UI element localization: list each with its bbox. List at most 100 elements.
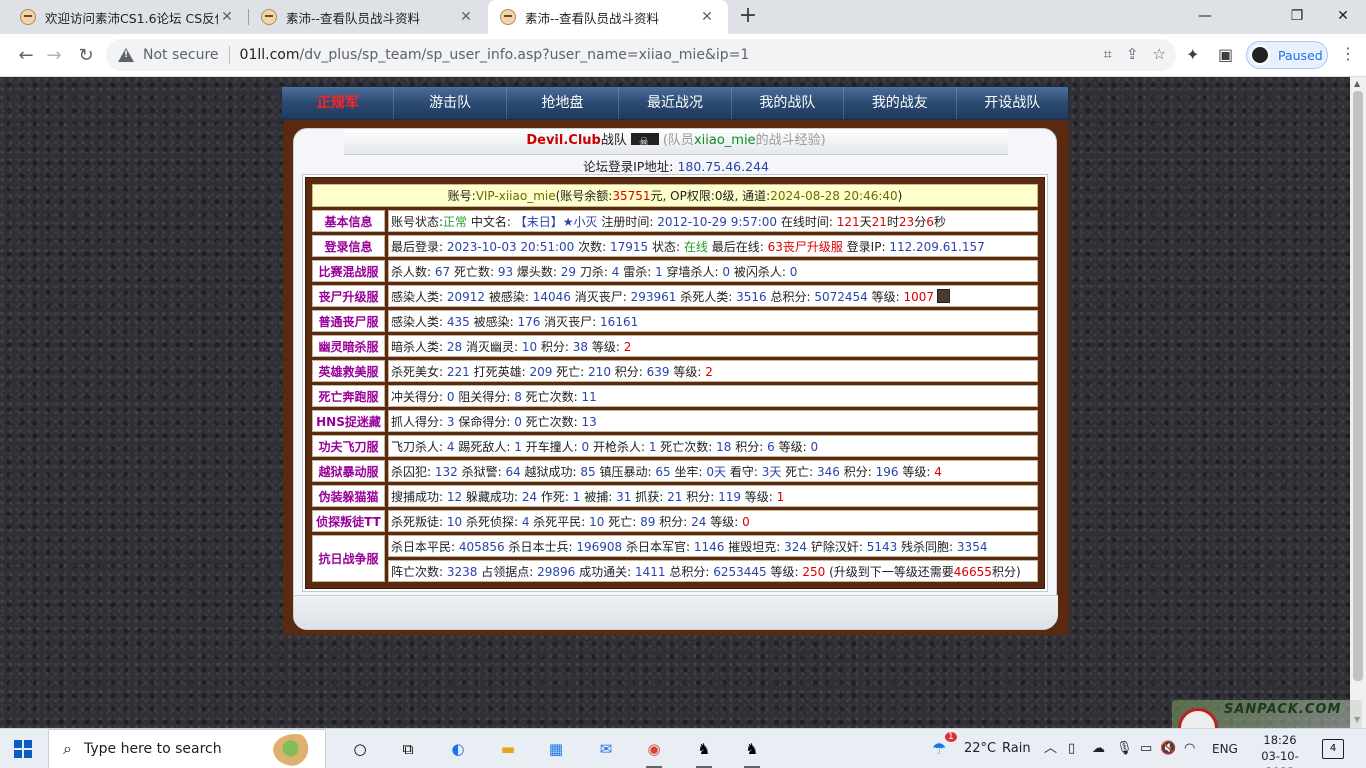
site-favicon bbox=[500, 9, 516, 25]
ip-value: 180.75.46.244 bbox=[677, 159, 769, 174]
security-label[interactable]: Not secure bbox=[143, 47, 219, 63]
profile-button[interactable]: Paused bbox=[1246, 41, 1328, 69]
stat-fragment: 越狱成功: bbox=[520, 464, 581, 479]
scroll-up-icon[interactable]: ▲ bbox=[1354, 79, 1360, 88]
mail-icon[interactable]: ✉ bbox=[594, 737, 618, 761]
stat-fragment: 196 bbox=[875, 464, 899, 479]
nav-grab-territory[interactable]: 抢地盘 bbox=[507, 87, 620, 119]
stat-fragment: 杀死平民: bbox=[529, 514, 590, 529]
site-favicon bbox=[261, 9, 277, 25]
stat-fragment: 3238 bbox=[446, 564, 478, 579]
stat-fragment: 209 bbox=[529, 364, 553, 379]
server-label: 英雄救美服 bbox=[312, 360, 385, 382]
bookmark-star-icon[interactable]: ☆ bbox=[1153, 45, 1166, 63]
close-tab-icon[interactable]: ✕ bbox=[698, 9, 716, 25]
language-indicator[interactable]: ENG bbox=[1212, 729, 1238, 768]
server-label: 比赛混战服 bbox=[312, 260, 385, 282]
nav-guerrilla[interactable]: 游击队 bbox=[394, 87, 507, 119]
address-bar[interactable]: Not secure 01ll.com/dv_plus/sp_team/sp_u… bbox=[106, 39, 1176, 71]
stat-fragment: 28 bbox=[446, 339, 463, 354]
stat-fragment: 躲藏成功: bbox=[462, 489, 522, 504]
stat-fragment: 221 bbox=[446, 364, 470, 379]
counter-strike-icon[interactable]: ♞ bbox=[692, 737, 716, 768]
weather-temp[interactable]: 22°C bbox=[964, 729, 996, 768]
stat-fragment: 0 bbox=[810, 439, 819, 454]
file-explorer-icon[interactable]: ▬ bbox=[496, 737, 520, 761]
stat-fragment: 6 bbox=[767, 439, 775, 454]
notification-center-icon[interactable]: 4 bbox=[1322, 739, 1344, 759]
side-panel-icon[interactable]: ▣ bbox=[1218, 45, 1233, 64]
warning-icon[interactable] bbox=[118, 48, 134, 62]
stat-fragment: 被捕: bbox=[580, 489, 617, 504]
stats-value-cell: 搜捕成功: 12 躲藏成功: 24 作死: 1 被捕: 31 抓获: 21 积分… bbox=[388, 485, 1038, 507]
stat-fragment: 6253445 bbox=[713, 564, 767, 579]
nav-recent-battles[interactable]: 最近战况 bbox=[619, 87, 732, 119]
browser-tab-3-active[interactable]: 素沛--查看队员战斗资料 ✕ bbox=[488, 0, 728, 34]
new-tab-button[interactable]: + bbox=[736, 4, 760, 28]
task-view-icon[interactable]: ⧉ bbox=[396, 737, 420, 761]
stat-fragment: 死亡数: bbox=[450, 264, 498, 279]
server-label: 侦探叛徒TT bbox=[312, 510, 385, 532]
stat-fragment: 293961 bbox=[630, 289, 677, 304]
url-host: 01ll.com bbox=[239, 47, 300, 63]
stat-fragment: 秒 bbox=[933, 214, 946, 229]
stat-fragment: 被感染: bbox=[485, 289, 533, 304]
stat-fragment: 穿墙杀人: bbox=[662, 264, 723, 279]
edge-browser-icon[interactable]: ◐ bbox=[446, 737, 470, 761]
onedrive-cloud-icon[interactable]: ☁ bbox=[1092, 729, 1105, 768]
stats-row: 越狱暴动服 杀囚犯: 132 杀狱警: 64 越狱成功: 85 镇压暴动: 65 … bbox=[312, 460, 1038, 482]
panel-header: Devil.Club战队 (队员xiiao_mie的战斗经验) bbox=[344, 129, 1008, 155]
restore-button[interactable]: ❐ bbox=[1274, 0, 1320, 34]
counter-strike-icon-2[interactable]: ♞ bbox=[740, 737, 764, 768]
forward-arrow-icon[interactable]: → bbox=[40, 42, 68, 70]
stat-fragment: 31 bbox=[616, 489, 632, 504]
url-text[interactable]: 01ll.com/dv_plus/sp_team/sp_user_info.as… bbox=[240, 47, 750, 63]
tray-chevron-icon[interactable]: ︿ bbox=[1044, 729, 1057, 768]
account-summary: 账号:VIP-xiiao_mie(账号余额:35751元, OP权限:0级, 通… bbox=[312, 184, 1038, 207]
windows-start-icon[interactable] bbox=[14, 740, 32, 758]
back-arrow-icon[interactable]: ← bbox=[12, 42, 40, 70]
scrollbar-thumb[interactable] bbox=[1353, 91, 1363, 681]
extensions-puzzle-icon[interactable]: ✦ bbox=[1186, 45, 1199, 64]
stat-fragment: 121 bbox=[836, 214, 860, 229]
minimize-button[interactable]: — bbox=[1182, 0, 1228, 34]
browser-menu-icon[interactable]: ⋮ bbox=[1340, 44, 1356, 63]
close-tab-icon[interactable]: ✕ bbox=[457, 9, 475, 25]
nav-create-team[interactable]: 开设战队 bbox=[957, 87, 1068, 119]
stat-fragment: 铲除汉奸: bbox=[807, 539, 867, 554]
chrome-icon[interactable]: ◉ bbox=[642, 737, 666, 768]
close-window-button[interactable]: ✕ bbox=[1320, 0, 1366, 34]
nav-my-teammates[interactable]: 我的战友 bbox=[844, 87, 957, 119]
store-icon[interactable]: ▦ bbox=[544, 737, 568, 761]
taskbar-search-box[interactable]: ⌕ Type here to search bbox=[48, 729, 326, 768]
stat-fragment: 89 bbox=[640, 514, 656, 529]
share-icon[interactable]: ⇪ bbox=[1126, 45, 1139, 63]
close-tab-icon[interactable]: ✕ bbox=[218, 9, 236, 25]
battery-icon[interactable]: ▭ bbox=[1140, 729, 1152, 768]
stat-fragment: 10 bbox=[521, 339, 538, 354]
stat-fragment: 13 bbox=[581, 414, 597, 429]
stat-fragment: 64 bbox=[505, 464, 521, 479]
microphone-icon[interactable]: 🎙 bbox=[1116, 729, 1133, 768]
stats-row: 幽灵暗杀服 暗杀人类: 28 消灭幽灵: 10 积分: 38 等级: 2 bbox=[312, 335, 1038, 357]
page-scrollbar[interactable]: ▲ ▼ bbox=[1350, 77, 1366, 728]
weather-desc[interactable]: Rain bbox=[1002, 729, 1031, 768]
nav-my-team[interactable]: 我的战队 bbox=[732, 87, 845, 119]
translate-icon[interactable]: ⌗ bbox=[1104, 45, 1112, 63]
volume-mute-icon[interactable]: 🔇 bbox=[1160, 729, 1176, 768]
browser-tab-1[interactable]: 欢迎访问素沛CS1.6论坛 CS反作… ✕ bbox=[8, 0, 248, 34]
system-clock[interactable]: 18:26 03-10-2023 bbox=[1250, 732, 1310, 768]
stats-row: 基本信息 账号状态:正常 中文名: 【末日】★小灭 注册时间: 2012-10-2… bbox=[312, 210, 1038, 232]
search-highlight-icon bbox=[273, 734, 317, 766]
stat-fragment: 1411 bbox=[634, 564, 666, 579]
stat-fragment: 感染人类: bbox=[391, 314, 447, 329]
tray-device-icon[interactable]: ▯ bbox=[1068, 729, 1075, 768]
stat-fragment: 23 bbox=[898, 214, 915, 229]
reload-icon[interactable]: ↻ bbox=[72, 42, 100, 70]
club-name[interactable]: Devil.Club bbox=[526, 133, 601, 148]
browser-tab-2[interactable]: 素沛--查看队员战斗资料 ✕ bbox=[249, 0, 487, 34]
cortana-icon[interactable]: ○ bbox=[348, 737, 372, 761]
stats-value-cell: 抓人得分: 3 保命得分: 0 死亡次数: 13 bbox=[388, 410, 1038, 432]
wifi-icon[interactable]: ◠ bbox=[1184, 729, 1195, 768]
nav-regular-army[interactable]: 正规军 bbox=[282, 87, 395, 119]
